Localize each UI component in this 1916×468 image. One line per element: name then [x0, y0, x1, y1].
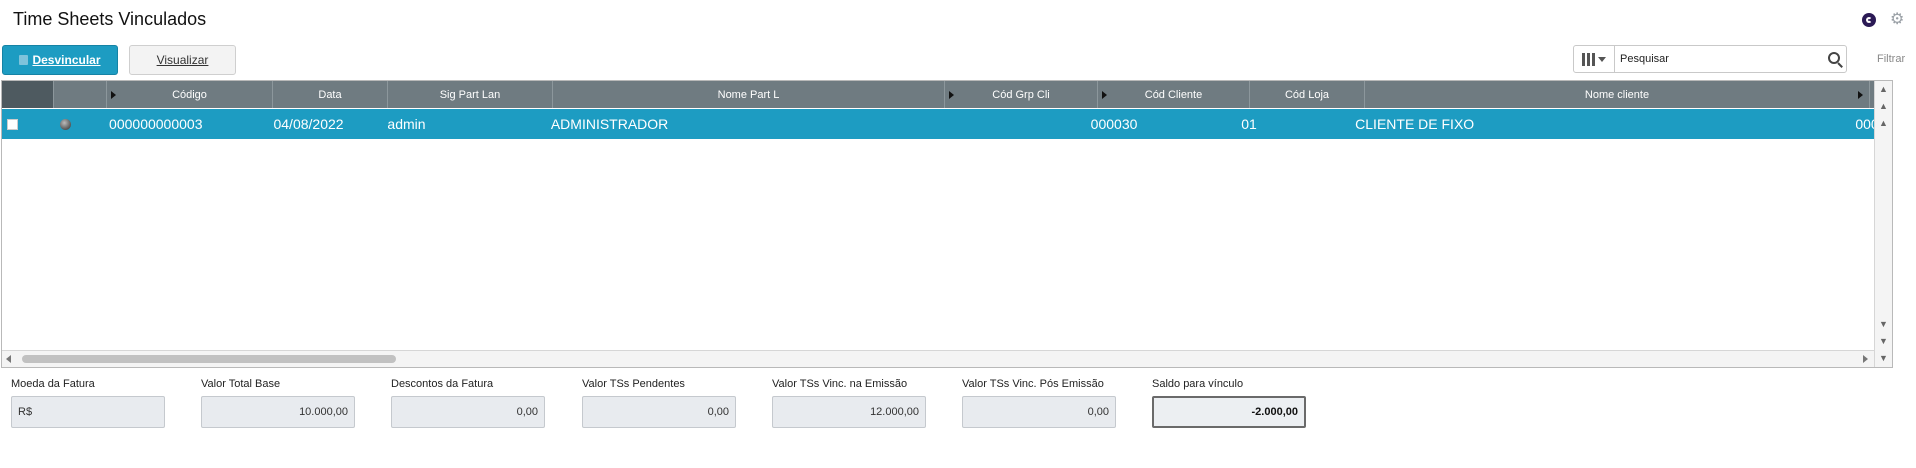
scroll-left-icon[interactable] [6, 355, 11, 363]
vertical-scrollbar[interactable]: ▲ ▲ ▲ ▼ ▼ ▼ [1874, 81, 1892, 367]
row-empty-cell [28, 109, 54, 139]
descontos-value[interactable]: 0,00 [391, 396, 545, 428]
ts-pendentes-label: Valor TSs Pendentes [582, 378, 685, 390]
app-logo-icon[interactable] [1862, 13, 1876, 27]
saldo-value[interactable]: -2.000,00 [1152, 396, 1306, 428]
cell-data: 04/08/2022 [273, 116, 344, 132]
visualizar-label: Visualizar [156, 53, 209, 67]
columns-icon [1582, 52, 1595, 66]
scroll-top-icon[interactable]: ▲ [1875, 81, 1892, 98]
search-input[interactable] [1615, 52, 1822, 66]
scroll-page-down-icon[interactable]: ▼ [1875, 333, 1892, 350]
header-data[interactable]: Data [273, 81, 388, 108]
ts-vinc-emissao-label: Valor TSs Vinc. na Emissão [772, 378, 908, 390]
grid-header: Código Data Sig Part Lan Nome Part L Cód… [2, 81, 1892, 108]
column-picker-button[interactable] [1574, 46, 1615, 72]
header-nome-cliente[interactable]: Nome cliente [1365, 81, 1870, 108]
scroll-up-icon[interactable]: ▲ [1875, 115, 1892, 132]
ts-vinc-emissao-value[interactable]: 12.000,00 [772, 396, 926, 428]
cell-sig-part-lan: admin [387, 116, 426, 132]
visualizar-button[interactable]: Visualizar [129, 45, 236, 75]
filter-link[interactable]: Filtrar [1877, 53, 1905, 65]
horizontal-scrollbar[interactable] [2, 350, 1874, 367]
cell-cod-cliente: 000030 [1090, 116, 1138, 132]
scroll-bottom-icon[interactable]: ▼ [1875, 350, 1892, 367]
cell-codigo: 000000000003 [109, 116, 203, 132]
moeda-field: Moeda da Fatura R$ [11, 378, 165, 428]
row-checkbox-cell[interactable] [2, 109, 28, 139]
header-select[interactable] [2, 81, 54, 108]
moeda-label: Moeda da Fatura [11, 378, 95, 390]
saldo-label: Saldo para vínculo [1152, 378, 1244, 390]
row-checkbox[interactable] [7, 118, 18, 130]
header-codigo[interactable]: Código [107, 81, 273, 108]
table-row[interactable]: 000000000003 04/08/2022 admin ADMINISTRA… [2, 109, 1892, 139]
search-icon[interactable] [1826, 50, 1844, 68]
ts-vinc-pos-emissao-value[interactable]: 0,00 [962, 396, 1116, 428]
top-icons: ⚙ [1862, 12, 1906, 28]
trash-icon [19, 55, 29, 65]
scroll-page-up-icon[interactable]: ▲ [1875, 98, 1892, 115]
cell-cod-grp-cli [936, 109, 1088, 139]
valor-total-base-label: Valor Total Base [201, 378, 281, 390]
search-box [1573, 45, 1847, 73]
header-cod-loja[interactable]: Cód Loja [1250, 81, 1365, 108]
ts-pendentes-field: Valor TSs Pendentes 0,00 [582, 378, 736, 428]
ts-vinc-pos-emissao-label: Valor TSs Vinc. Pós Emissão [962, 378, 1104, 390]
cell-nome-cliente: CLIENTE DE FIXO [1355, 116, 1475, 132]
saldo-field: Saldo para vínculo -2.000,00 [1152, 378, 1306, 428]
ts-vinc-emissao-field: Valor TSs Vinc. na Emissão 12.000,00 [772, 378, 926, 428]
ts-vinc-pos-emissao-field: Valor TSs Vinc. Pós Emissão 0,00 [962, 378, 1116, 428]
page-title: Time Sheets Vinculados [13, 9, 207, 29]
valor-total-base-value[interactable]: 10.000,00 [201, 396, 355, 428]
row-status-cell [54, 109, 107, 139]
time-sheets-grid: Código Data Sig Part Lan Nome Part L Cód… [1, 80, 1893, 368]
scroll-right-icon[interactable] [1863, 355, 1868, 363]
valor-total-base-field: Valor Total Base 10.000,00 [201, 378, 355, 428]
chevron-down-icon [1598, 56, 1606, 62]
cell-nome-part-l: ADMINISTRADOR [550, 116, 669, 132]
header-cod-grp-cli[interactable]: Cód Grp Cli [945, 81, 1098, 108]
scroll-down-icon[interactable]: ▼ [1875, 316, 1892, 333]
horizontal-scroll-thumb[interactable] [22, 355, 396, 363]
moeda-value[interactable]: R$ [11, 396, 165, 428]
descontos-field: Descontos da Fatura 0,00 [391, 378, 545, 428]
gear-icon[interactable]: ⚙ [1890, 12, 1906, 28]
header-nome-part-l[interactable]: Nome Part L [553, 81, 945, 108]
descontos-label: Descontos da Fatura [391, 378, 494, 390]
desvincular-button[interactable]: Desvincular [2, 45, 118, 75]
header-sig-part-lan[interactable]: Sig Part Lan [388, 81, 553, 108]
desvincular-label: Desvincular [32, 53, 101, 67]
header-cod-cliente[interactable]: Cód Cliente [1098, 81, 1250, 108]
header-status[interactable] [54, 81, 107, 108]
ts-pendentes-value[interactable]: 0,00 [582, 396, 736, 428]
status-dot-icon [59, 118, 71, 130]
cell-cod-loja: 01 [1241, 116, 1257, 132]
